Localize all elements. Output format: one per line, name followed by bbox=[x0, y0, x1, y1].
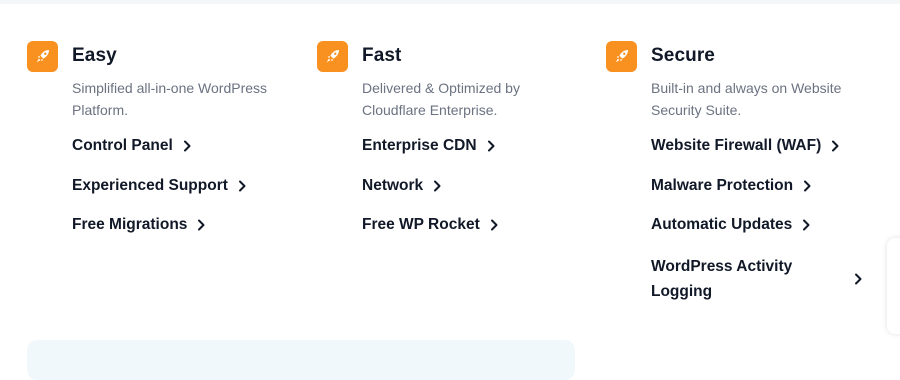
feature-links: Control Panel Experienced Support Free M… bbox=[72, 135, 287, 236]
link-label: Automatic Updates bbox=[651, 216, 793, 233]
feature-header: Fast bbox=[317, 40, 577, 72]
chevron-right-icon bbox=[830, 140, 840, 152]
side-floating-tab[interactable] bbox=[887, 238, 900, 334]
link-label: Enterprise CDN bbox=[362, 137, 477, 154]
top-divider-strip bbox=[0, 0, 900, 4]
feature-column-fast: Fast Delivered & Optimized by Cloudflare… bbox=[317, 40, 577, 254]
feature-title: Easy bbox=[72, 45, 117, 66]
link-enterprise-cdn[interactable]: Enterprise CDN bbox=[362, 135, 577, 157]
chevron-right-icon bbox=[432, 180, 442, 192]
feature-description: Built-in and always on Website Security … bbox=[651, 80, 842, 118]
link-malware-protection[interactable]: Malware Protection bbox=[651, 175, 868, 197]
feature-links: Enterprise CDN Network Free WP Rocket bbox=[362, 135, 577, 236]
chevron-right-icon bbox=[801, 219, 811, 231]
chevron-right-icon bbox=[853, 273, 863, 285]
rocket-icon bbox=[606, 40, 637, 72]
feature-header: Secure bbox=[606, 40, 868, 72]
feature-description: Simplified all-in-one WordPress Platform… bbox=[72, 80, 268, 118]
link-free-wp-rocket[interactable]: Free WP Rocket bbox=[362, 214, 577, 236]
feature-title: Secure bbox=[651, 45, 715, 66]
link-wordpress-activity-logging[interactable]: WordPress Activity Logging bbox=[651, 254, 863, 304]
chevron-right-icon bbox=[182, 140, 192, 152]
link-label: Free Migrations bbox=[72, 216, 188, 233]
feature-links: Website Firewall (WAF) Malware Protectio… bbox=[651, 135, 868, 304]
promo-card bbox=[27, 340, 575, 380]
link-network[interactable]: Network bbox=[362, 175, 577, 197]
chevron-right-icon bbox=[489, 219, 499, 231]
link-label: Control Panel bbox=[72, 137, 173, 154]
link-control-panel[interactable]: Control Panel bbox=[72, 135, 287, 157]
feature-title: Fast bbox=[362, 45, 402, 66]
feature-description: Delivered & Optimized by Cloudflare Ente… bbox=[362, 80, 520, 118]
link-label: Free WP Rocket bbox=[362, 216, 480, 233]
link-free-migrations[interactable]: Free Migrations bbox=[72, 214, 287, 236]
link-label: Experienced Support bbox=[72, 176, 228, 194]
chevron-right-icon bbox=[486, 140, 496, 152]
chevron-right-icon bbox=[196, 219, 206, 231]
feature-column-secure: Secure Built-in and always on Website Se… bbox=[606, 40, 868, 304]
link-website-firewall[interactable]: Website Firewall (WAF) bbox=[651, 135, 868, 157]
chevron-right-icon bbox=[802, 180, 812, 192]
rocket-icon bbox=[317, 40, 348, 72]
link-label: Malware Protection bbox=[651, 176, 794, 194]
link-automatic-updates[interactable]: Automatic Updates bbox=[651, 214, 868, 236]
link-experienced-support[interactable]: Experienced Support bbox=[72, 175, 287, 197]
chevron-right-icon bbox=[237, 180, 247, 192]
link-label: Network bbox=[362, 176, 424, 194]
link-label: WordPress Activity Logging bbox=[651, 257, 793, 300]
feature-column-easy: Easy Simplified all-in-one WordPress Pla… bbox=[27, 40, 287, 254]
link-label: Website Firewall (WAF) bbox=[651, 137, 822, 154]
feature-header: Easy bbox=[27, 40, 287, 72]
rocket-icon bbox=[27, 40, 58, 72]
